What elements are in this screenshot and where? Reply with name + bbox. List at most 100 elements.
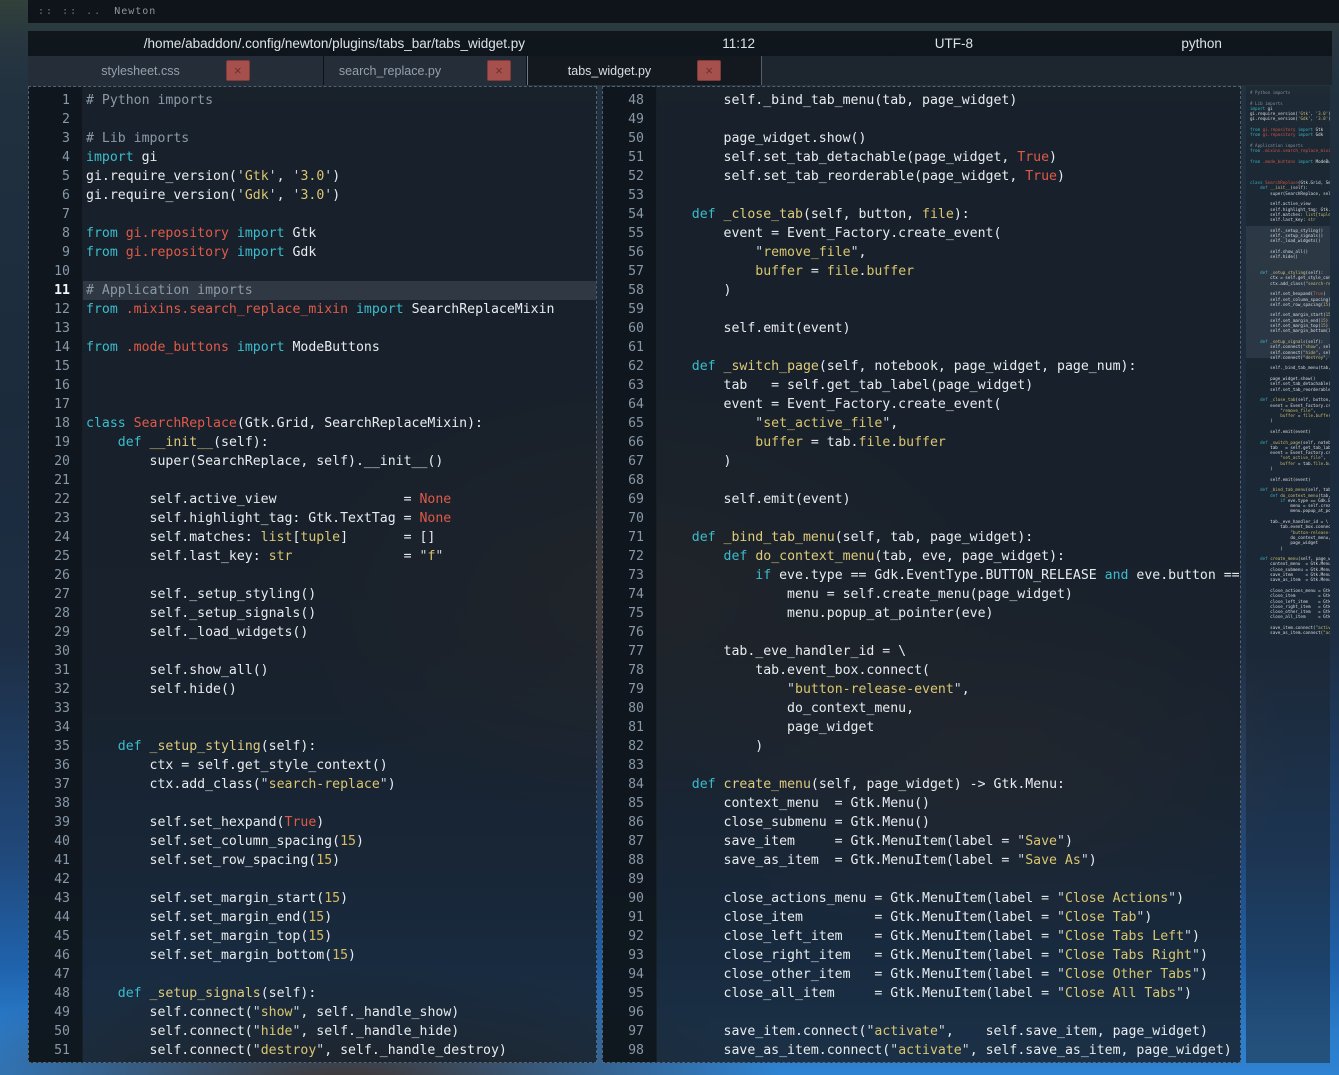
line-number: 11 [29,281,70,300]
line-number: 62 [603,357,644,376]
line-number: 55 [603,224,644,243]
code-line: self.set_margin_bottom(15) [83,946,596,965]
code-line: do_context_menu, [657,699,1240,718]
encoding-indicator[interactable]: UTF-8 [836,36,1071,51]
line-number: 80 [603,699,644,718]
code-area[interactable]: # Python imports # Lib importsimport gig… [83,87,596,1062]
code-line [83,262,596,281]
code-line: ) [657,281,1240,300]
line-number: 40 [29,832,70,851]
line-number: 56 [603,243,644,262]
code-line: self.connect("destroy", self._handle_des… [83,1041,596,1060]
line-number: 85 [603,794,644,813]
minimap-line: save_as_item.connect("activate", self.sa… [1246,630,1330,635]
tab-close-button[interactable]: × [697,60,721,81]
line-number: 38 [29,794,70,813]
desktop: :: :: .. Newton /home/abaddon/.config/ne… [0,0,1339,1075]
code-line [657,756,1240,775]
line-number: 22 [29,490,70,509]
line-number: 97 [603,1022,644,1041]
code-line: self.show_all() [83,661,596,680]
line-number: 2 [29,110,70,129]
code-line: from .mode_buttons import ModeButtons [83,338,596,357]
tab-search-replace-py[interactable]: search_replace.py × [324,56,527,85]
code-line: event = Event_Factory.create_event( [657,395,1240,414]
code-line: from .mixins.search_replace_mixin import… [83,300,596,319]
code-line [83,965,596,984]
code-line: tab._eve_handler_id = \ [657,642,1240,661]
code-line [657,623,1240,642]
line-number: 82 [603,737,644,756]
code-line: buffer = file.buffer [657,262,1240,281]
code-line: super(SearchReplace, self).__init__() [83,452,596,471]
line-number: 90 [603,889,644,908]
code-line: save_as_item = Gtk.MenuItem(label = "Sav… [657,851,1240,870]
language-indicator[interactable]: python [1071,36,1332,51]
line-number: 96 [603,1003,644,1022]
code-line: import gi [83,148,596,167]
line-number: 64 [603,395,644,414]
code-line: page_widget [657,718,1240,737]
code-line: def do_context_menu(tab, eve, page_widge… [657,547,1240,566]
code-line: close_all_item = Gtk.MenuItem(label = "C… [657,984,1240,1003]
code-line: self.set_tab_reorderable(page_widget, Tr… [657,167,1240,186]
code-line: event = Event_Factory.create_event( [657,224,1240,243]
editor-pane-right[interactable]: 4849505152535455565758596061626364656667… [602,86,1241,1063]
line-number: 67 [603,452,644,471]
code-line: self._load_widgets() [83,623,596,642]
tab-tabs-widget-py[interactable]: tabs_widget.py × [527,56,762,85]
line-number: 44 [29,908,70,927]
line-number: 89 [603,870,644,889]
code-line [83,718,596,737]
tab-close-button[interactable]: × [226,60,250,81]
code-line: gi.require_version('Gdk', '3.0') [83,186,596,205]
minimap-viewport[interactable] [1246,226,1330,358]
window-titlebar[interactable]: :: :: .. Newton [28,0,1339,23]
code-line [83,357,596,376]
code-line: self.set_tab_detachable(page_widget, Tru… [657,148,1240,167]
line-number: 36 [29,756,70,775]
code-line: self.last_key: str = "f" [83,547,596,566]
line-number: 47 [29,965,70,984]
line-number: 46 [29,946,70,965]
line-number: 65 [603,414,644,433]
code-line: close_actions_menu = Gtk.MenuItem(label … [657,889,1240,908]
line-number: 34 [29,718,70,737]
code-line: close_other_item = Gtk.MenuItem(label = … [657,965,1240,984]
line-number: 68 [603,471,644,490]
code-area[interactable]: self._bind_tab_menu(tab, page_widget) pa… [657,87,1240,1062]
editor-pane-left[interactable]: 1234567891011121314151617181920212223242… [28,86,597,1063]
code-line: tab.event_box.connect( [657,661,1240,680]
code-line: # Application imports [83,281,596,300]
code-line: def _setup_styling(self): [83,737,596,756]
code-line: self.emit(event) [657,490,1240,509]
code-line [657,1003,1240,1022]
tab-close-button[interactable]: × [487,60,511,81]
code-line [83,395,596,414]
line-number: 8 [29,224,70,243]
line-number: 49 [29,1003,70,1022]
code-line [83,642,596,661]
code-line: self.set_hexpand(True) [83,813,596,832]
code-line: self.emit(event) [657,319,1240,338]
code-line [83,566,596,585]
line-number: 39 [29,813,70,832]
line-number: 98 [603,1041,644,1060]
line-number: 12 [29,300,70,319]
line-number: 37 [29,775,70,794]
minimap[interactable]: # Python imports # Lib importsimport gig… [1246,86,1330,1063]
code-line: if eve.type == Gdk.EventType.BUTTON_RELE… [657,566,1240,585]
line-number: 92 [603,927,644,946]
tab-stylesheet-css[interactable]: stylesheet.css × [28,56,324,85]
code-line [83,870,596,889]
tab-label: stylesheet.css [101,64,180,78]
code-line: page_widget.show() [657,129,1240,148]
window-controls-icon[interactable]: :: :: .. [38,6,102,17]
code-line: self._setup_styling() [83,585,596,604]
line-number: 30 [29,642,70,661]
code-line: save_item.connect("activate", self.save_… [657,1022,1240,1041]
line-number: 35 [29,737,70,756]
line-number: 88 [603,851,644,870]
line-number: 84 [603,775,644,794]
line-number: 71 [603,528,644,547]
